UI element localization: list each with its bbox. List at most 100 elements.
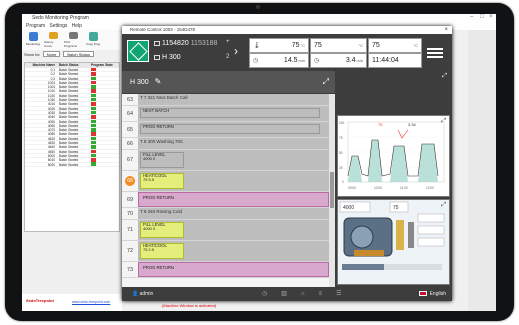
step-number: 73 [122,262,138,277]
copy-icon [88,32,98,41]
program-step[interactable]: 69 PROG RETURN [122,192,329,208]
close-icon[interactable]: × [489,14,493,20]
block-values: 75 2.5 [143,247,155,252]
status-cell: Batch Started [59,106,79,111]
machine-cell: 4040 [47,115,55,120]
bottom-icons: ◷ ▥ ⌂ ≡ ☰ [262,288,341,301]
program-step[interactable]: 64 NEXT BATCH [122,106,329,122]
window-close-icon[interactable]: × [444,26,448,34]
step-number: 70 [122,208,138,219]
status-cell: Batch Started [59,123,79,128]
settings-icon[interactable]: ☰ [336,288,341,301]
program-step[interactable]: 73 PROG RETURN [122,262,329,278]
step-body: HEAT/COOL 75 5.5 [138,171,329,191]
progress-fill [342,264,384,270]
step-number: 67 [122,150,138,170]
status-cell: Batch Started [59,158,79,163]
history-curve-icon [48,32,58,39]
legend-value-2: 3.34 [408,122,417,127]
edit-icon[interactable]: ✎ [155,77,162,86]
step-block[interactable]: FILL LEVEL 4000 0 [140,152,184,168]
status-cell: Batch Started [59,110,79,115]
state-indicator-icon [91,158,96,162]
machine-cell: 4010 [47,102,55,107]
empty-panel: ⤢ [337,71,450,113]
menu-item-program[interactable]: Program [26,23,45,29]
status-cell: Batch Started [59,98,79,103]
machine-cell: 4050 [47,119,55,124]
mimic-control[interactable] [417,213,445,223]
step-header: T 8 300 Washing 70C [140,139,184,144]
step-block[interactable]: HEAT/COOL 75 2.5 [140,243,184,259]
menu-item-help[interactable]: Help [72,23,82,29]
expand-icon[interactable]: ⤢ [441,202,446,209]
pipe-icon [408,222,414,248]
background-right-panel [468,30,496,311]
program-step[interactable]: 70 T 9 340 Rinsing Cold [122,208,329,220]
step-body: NEXT BATCH [138,106,329,121]
language-selector[interactable]: English [418,288,446,301]
scrollbar[interactable] [329,94,335,287]
chevron-right-icon[interactable]: › [234,44,238,58]
menu-icon[interactable] [425,43,445,63]
state-indicator-icon [91,76,96,80]
step-block[interactable]: PROG RETURN [140,124,320,134]
machine-cell: 1020 [47,93,55,98]
program-step[interactable]: 66 T 8 300 Washing 70C [122,138,329,150]
state-cell [91,145,119,149]
program-step[interactable]: 63 T 7 321 Next Batch Call [122,94,329,106]
state-cell [91,93,119,98]
history-curve-button[interactable]: History Curve [44,32,62,48]
state-indicator-icon [91,85,96,89]
step-header: T 7 321 Next Batch Call [140,95,188,100]
company-link[interactable]: www.sedo-treepoint.com [72,300,110,304]
program-steps-list: 63 T 7 321 Next Batch Call 64 NEXT BATCH 65 P… [122,94,335,287]
expand-icon[interactable]: ⤢ [323,71,329,93]
scrollbar-thumb[interactable] [330,172,334,208]
program-step[interactable]: 65 PROG RETURN [122,122,329,138]
state-cell [91,128,119,132]
step-number: 71 [122,220,138,240]
expand-icon[interactable]: ⤢ [442,73,447,80]
machine-cell: 4020 [47,106,55,111]
menu-item-settings[interactable]: Settings [49,23,67,29]
chart-icon[interactable]: ▥ [281,288,287,301]
program-step[interactable]: 71 FILL LEVEL 4000 0 [122,220,329,241]
gem-icon[interactable] [127,40,149,62]
time-readout-1: ◷ 14.5min [249,53,309,68]
monitoring-button[interactable]: Monitoring [24,32,42,48]
status-cell: Batch Started [59,102,79,107]
mimic-control[interactable] [417,225,445,235]
y-tick: 100 [339,121,345,125]
list-icon[interactable]: ≡ [319,288,323,301]
print-programs-button[interactable]: Print Programs [64,32,82,48]
table-row[interactable]: 6020 Batch Started [25,162,119,167]
step-block[interactable]: PROG RETURN [141,265,327,275]
program-step[interactable]: 72 HEAT/COOL 75 2.5 [122,241,329,262]
home-icon[interactable]: ⌂ [301,288,305,301]
step-number: 63 [122,94,138,105]
step-block[interactable]: PROG RETURN [141,195,327,205]
step-block[interactable]: NEXT BATCH [140,108,320,118]
program-step[interactable]: 68 HEAT/COOL 75 5.5 [122,171,329,192]
filter-select-status[interactable]: Batch Status [63,51,95,57]
drum-window [350,225,374,249]
step-block[interactable]: FILL LEVEL 4000 0 [140,222,184,238]
mimic-readout: 4000 [343,205,354,211]
clock-icon[interactable]: ◷ [262,288,267,301]
machine-cell: 6000 [47,153,55,158]
filter-select[interactable]: None [42,51,61,57]
maximize-icon[interactable]: □ [480,14,484,20]
state-indicator-icon [91,98,96,102]
status-cell: Batch Started [59,119,79,124]
background-toolbar: Monitoring History Curve Print Programs … [22,30,122,50]
expand-icon[interactable]: ⤢ [441,118,446,125]
y-tick: 50 [339,151,343,155]
state-indicator-icon [91,119,96,123]
copy-program-button[interactable]: Copy Prog [84,32,102,48]
state-indicator-icon [91,67,96,72]
program-step[interactable]: 67 FILL LEVEL 4000 0 [122,150,329,171]
mimic-control[interactable] [417,237,445,247]
minimize-icon[interactable]: – [470,14,473,20]
step-block[interactable]: HEAT/COOL 75 5.5 [140,173,184,189]
